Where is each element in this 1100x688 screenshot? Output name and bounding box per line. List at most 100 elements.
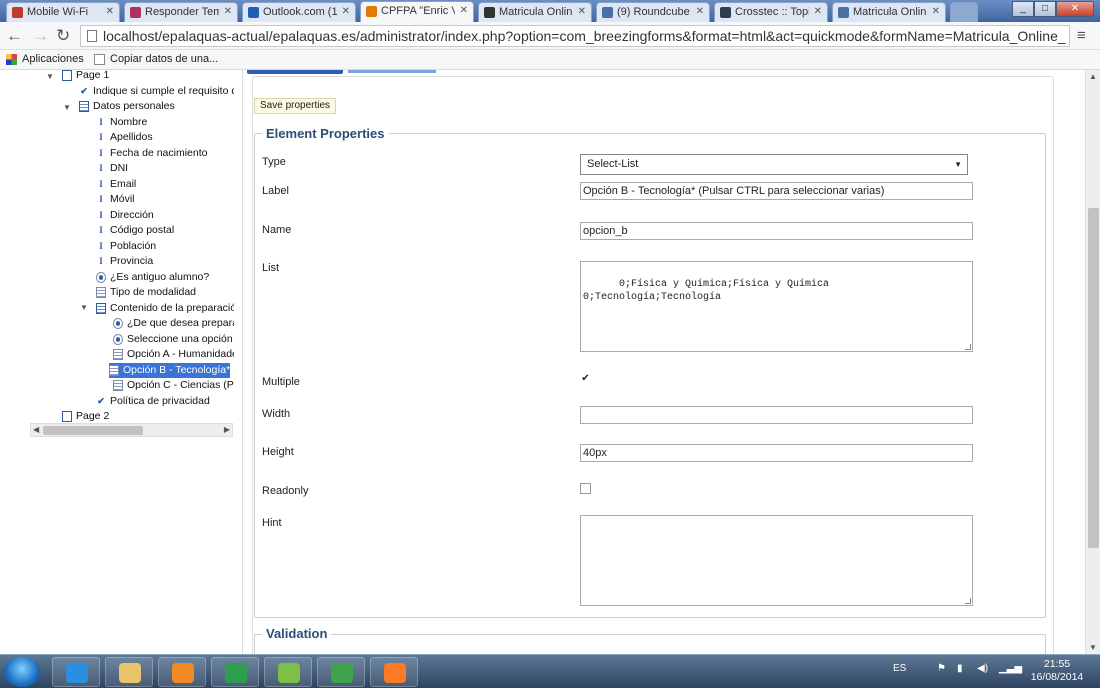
new-tab-button[interactable] — [950, 2, 978, 22]
close-tab-icon[interactable]: ✕ — [814, 3, 822, 21]
tree-item[interactable]: Datos personales — [79, 99, 234, 114]
menu-icon[interactable]: ≡ — [1077, 26, 1086, 46]
close-tab-icon[interactable]: ✕ — [342, 3, 350, 21]
browser-tab[interactable]: Responder Tem ✕ — [124, 2, 238, 22]
taskbar-app[interactable] — [317, 657, 365, 687]
tree-item-label: Opción B - Tecnología* (P — [123, 363, 230, 376]
tree-item[interactable]: I Dirección — [96, 208, 234, 223]
tree-item[interactable]: I Móvil — [96, 192, 234, 207]
text-field-icon: I — [99, 147, 103, 158]
collapse-icon[interactable]: ▼ — [46, 72, 54, 81]
tab-advanced[interactable] — [348, 70, 436, 73]
tree-item[interactable]: ¿De que desea prepararse — [113, 316, 234, 331]
browser-tab[interactable]: CPFPA "Enric V ✕ — [360, 1, 474, 22]
resize-handle-icon[interactable] — [965, 344, 971, 350]
close-tab-icon[interactable]: ✕ — [460, 2, 468, 20]
collapse-icon[interactable]: ▼ — [80, 303, 88, 312]
collapse-icon[interactable]: ▼ — [63, 103, 71, 112]
tree-item[interactable]: I DNI — [96, 161, 234, 176]
radio-icon — [113, 333, 123, 345]
width-input[interactable] — [580, 406, 973, 424]
language-indicator[interactable]: ES — [893, 663, 906, 674]
scroll-down-icon[interactable]: ▼ — [1089, 643, 1097, 652]
scroll-up-icon[interactable]: ▲ — [1089, 72, 1097, 81]
taskbar-app[interactable] — [211, 657, 259, 687]
forward-icon[interactable]: → — [32, 26, 49, 46]
tree-item[interactable]: Page 2 — [62, 409, 234, 424]
resize-handle-icon[interactable] — [965, 598, 971, 604]
tree-item[interactable]: I Código postal — [96, 223, 234, 238]
close-tab-icon[interactable]: ✕ — [696, 3, 704, 21]
list-textarea[interactable]: 0;Física y Química;Física y Química 0;Te… — [580, 261, 973, 352]
tree-item[interactable]: I Nombre — [96, 115, 234, 130]
save-properties-button[interactable]: Save properties — [254, 98, 337, 114]
tab-properties[interactable] — [247, 70, 343, 74]
browser-tab[interactable]: Matricula Onlin ✕ — [478, 2, 592, 22]
page-content: ▼ ▼ ▼ ◀ ▶ Page 1 ✔ Indique si cumple el re… — [0, 70, 1100, 654]
close-tab-icon[interactable]: ✕ — [932, 3, 940, 21]
label-input[interactable]: Opción B - Tecnología* (Pulsar CTRL para… — [580, 182, 973, 200]
tree-item[interactable]: ✔ Indique si cumple el requisito de ed — [79, 84, 234, 99]
close-window-button[interactable]: ✕ — [1056, 1, 1094, 17]
close-tab-icon[interactable]: ✕ — [106, 3, 114, 21]
tree-item[interactable]: I Email — [96, 177, 234, 192]
scroll-left-icon[interactable]: ◀ — [33, 424, 39, 436]
tree-item-label: Dirección — [110, 208, 154, 221]
tree-item[interactable]: I Apellidos — [96, 130, 234, 145]
back-icon[interactable]: ← — [6, 26, 23, 46]
reload-icon[interactable]: ↻ — [56, 26, 70, 46]
taskbar-app[interactable] — [264, 657, 312, 687]
multiple-checkbox[interactable]: ✔ — [580, 374, 591, 385]
chevron-down-icon: ▼ — [954, 160, 962, 169]
browser-tab[interactable]: Outlook.com (1 ✕ — [242, 2, 356, 22]
bookmark-apps[interactable]: Aplicaciones — [6, 50, 84, 69]
bookmark-copiar[interactable]: Copiar datos de una... — [94, 50, 218, 69]
flag-icon[interactable]: ⚑ — [937, 663, 946, 674]
close-tab-icon[interactable]: ✕ — [224, 3, 232, 21]
tree-item[interactable]: ¿Es antiguo alumno? — [96, 270, 234, 285]
taskbar-app[interactable] — [370, 657, 418, 687]
tree-item[interactable]: Opción B - Tecnología* (P — [109, 362, 230, 378]
network-icon[interactable]: ▁▃▅ — [999, 663, 1022, 674]
tree-item-label: Código postal — [110, 224, 175, 236]
battery-icon[interactable]: ▮ — [957, 663, 963, 674]
scroll-thumb[interactable] — [1088, 208, 1099, 548]
height-input[interactable]: 40px — [580, 444, 973, 462]
readonly-checkbox[interactable] — [580, 483, 591, 494]
browser-tab[interactable]: Crosstec :: Topi ✕ — [714, 2, 828, 22]
scroll-thumb[interactable] — [43, 426, 143, 435]
name-input[interactable]: opcion_b — [580, 222, 973, 240]
tree-item[interactable]: I Población — [96, 239, 234, 254]
start-button[interactable] — [4, 657, 40, 687]
tree-item[interactable]: Page 1 — [62, 70, 234, 83]
browser-tab[interactable]: Matricula Onlin ✕ — [832, 2, 946, 22]
close-tab-icon[interactable]: ✕ — [578, 3, 586, 21]
tree-item[interactable]: Opción A - Humanidades ( — [113, 347, 234, 362]
address-bar[interactable]: localhost/epalaquas-actual/epalaquas.es/… — [80, 25, 1070, 47]
browser-tab[interactable]: (9) Roundcube ✕ — [596, 2, 710, 22]
tree-item-label: Política de privacidad — [110, 394, 210, 407]
scroll-right-icon[interactable]: ▶ — [224, 424, 230, 436]
tree-item[interactable]: Tipo de modalidad — [96, 285, 234, 300]
hint-textarea[interactable] — [580, 515, 973, 606]
volume-icon[interactable]: ◀) — [977, 663, 988, 674]
radio-icon — [113, 318, 123, 329]
tree-item[interactable]: I Provincia — [96, 254, 234, 269]
type-select[interactable]: Select-List ▼ — [580, 154, 968, 175]
page-vertical-scrollbar[interactable]: ▲ ▼ — [1085, 70, 1100, 654]
taskbar-app[interactable] — [52, 657, 100, 687]
taskbar-app[interactable] — [158, 657, 206, 687]
tree-item-label: Indique si cumple el requisito de ed — [93, 84, 234, 97]
system-clock[interactable]: 21:55 16/08/2014 — [1022, 658, 1092, 684]
tree-item[interactable]: Opción C - Ciencias (Pulsa — [113, 378, 234, 393]
taskbar-app[interactable] — [105, 657, 153, 687]
minimize-button[interactable]: _ — [1012, 1, 1034, 17]
tree-item[interactable]: ✔ Política de privacidad — [96, 394, 234, 409]
tree-item[interactable]: Seleccione una opción (Ma — [113, 332, 234, 347]
tree-horizontal-scrollbar[interactable]: ◀ ▶ — [30, 423, 233, 437]
tree-item[interactable]: Contenido de la preparación: — [96, 301, 234, 316]
tree-item-label: Datos personales — [93, 100, 175, 112]
tree-item[interactable]: I Fecha de nacimiento — [96, 146, 234, 161]
maximize-button[interactable]: □ — [1034, 1, 1056, 17]
browser-tab[interactable]: Mobile Wi-Fi ✕ — [6, 2, 120, 22]
